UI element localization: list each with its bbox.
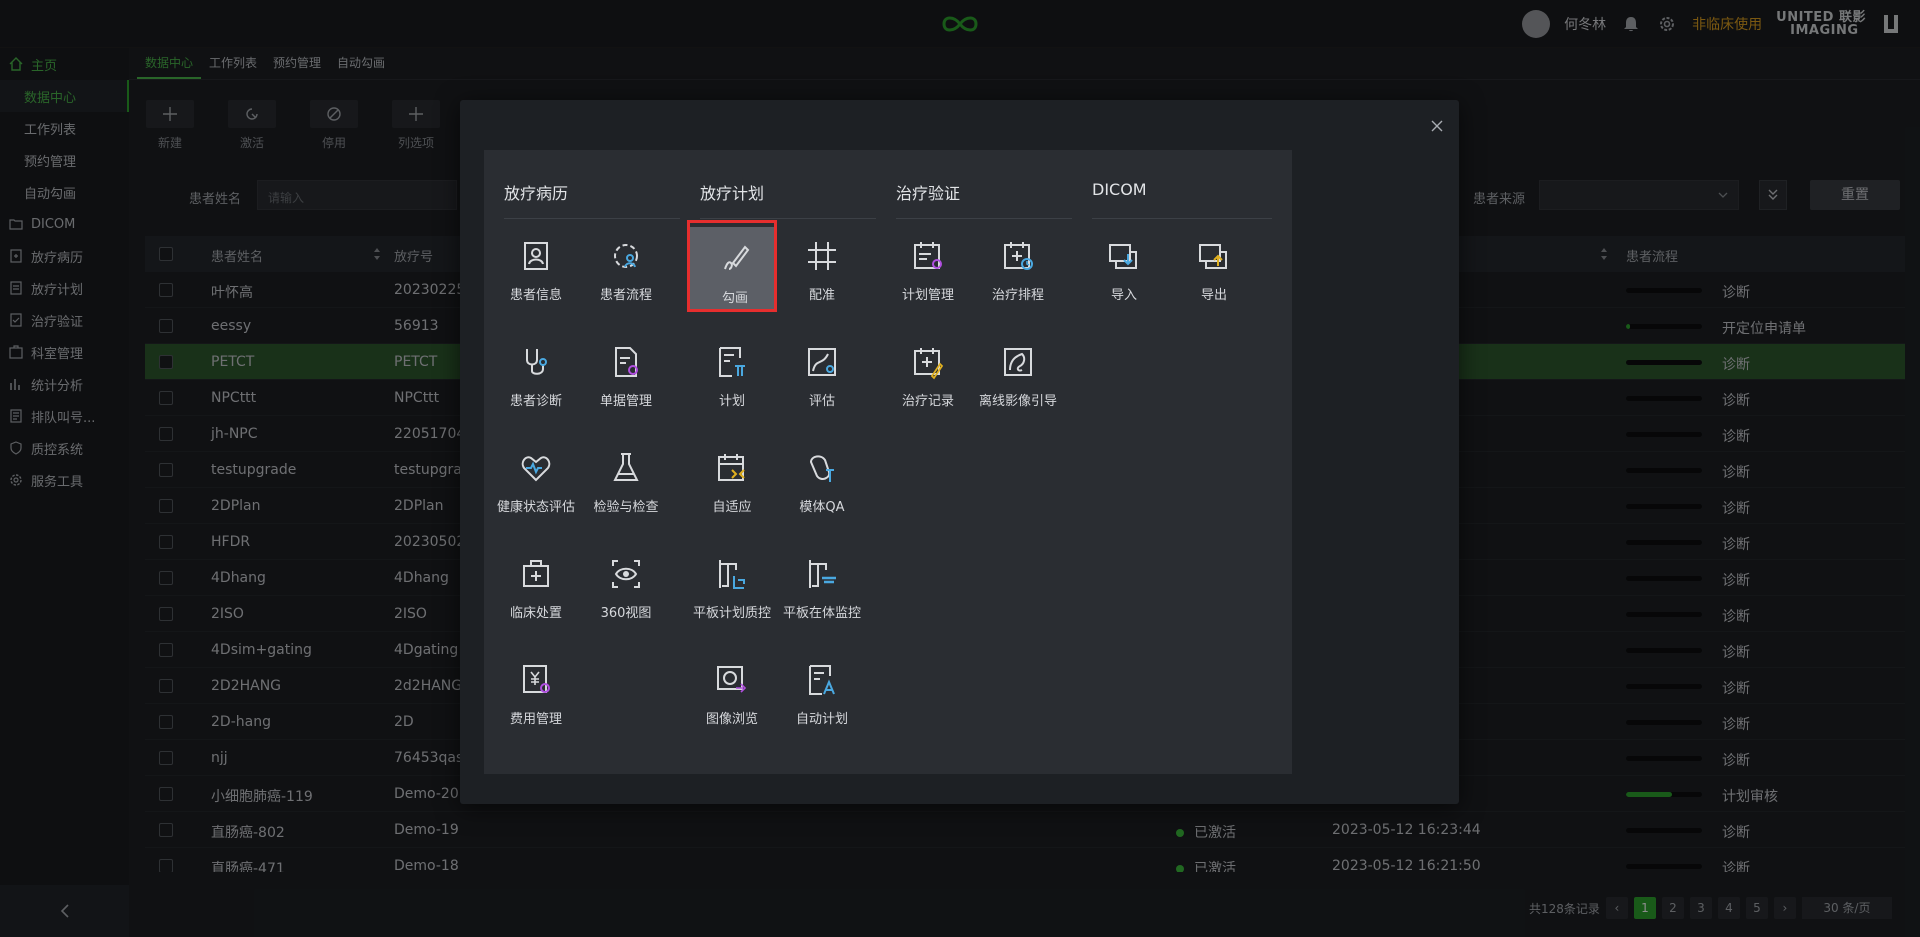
patient-flow-icon [614, 244, 638, 268]
module-label: 评估 [808, 394, 835, 409]
export-icon [1199, 244, 1227, 269]
module-label: 患者流程 [599, 288, 652, 303]
module-item[interactable]: 导出 [1169, 220, 1259, 312]
module-item[interactable]: 临床处置 [491, 538, 581, 630]
panel-divider [1092, 218, 1272, 219]
module-label: 导出 [1200, 288, 1227, 303]
module-label: 费用管理 [509, 712, 562, 727]
module-item[interactable]: 治疗记录 [883, 326, 973, 418]
module-launcher-modal: 放疗病历患者信息患者流程患者诊断单据管理健康状态评估 检验与检查临床处置 360视图… [460, 100, 1459, 804]
phantom-qa-icon [809, 455, 834, 482]
module-item[interactable]: 自动计划 [777, 644, 867, 736]
panel-divider [504, 218, 684, 219]
panel-invivo-icon [809, 560, 836, 588]
panel-divider [896, 218, 1076, 219]
adaptive-calendar-icon [718, 454, 745, 481]
treatment-record-icon [914, 348, 944, 380]
module-item[interactable]: 勾画 [687, 220, 777, 312]
module-label: 单据管理 [599, 394, 652, 409]
plan-doc-icon [719, 347, 745, 377]
auto-plan-icon [809, 665, 835, 695]
document-manage-icon [615, 347, 638, 377]
plan-manage-icon [914, 242, 942, 269]
image-browse-icon [717, 666, 747, 693]
module-item[interactable]: 自适应 [687, 432, 777, 524]
panel-title: 放疗病历 [504, 184, 569, 203]
contour-pen-icon [724, 245, 750, 270]
module-item[interactable]: 评估 [777, 326, 867, 418]
panel-treatment-verify: 治疗验证计划管理治疗排程治疗记录 离线影像引导 [876, 150, 1096, 774]
panel-dicom: DICOM 导入导出 [1072, 150, 1292, 774]
health-heart-icon [521, 456, 551, 482]
module-item[interactable]: 导入 [1079, 220, 1169, 312]
module-item[interactable]: 离线影像引导 [973, 326, 1063, 418]
eye-view-icon [612, 560, 640, 588]
module-item[interactable]: 单据管理 [581, 326, 671, 418]
flask-icon [613, 453, 639, 481]
evaluate-chart-icon [808, 348, 836, 376]
module-item[interactable]: 360视图 [581, 538, 671, 630]
module-item[interactable]: 图像浏览 [687, 644, 777, 736]
module-item[interactable]: 治疗排程 [973, 220, 1063, 312]
module-label: 模体QA [799, 500, 845, 515]
panel-title: 放疗计划 [700, 184, 765, 203]
module-item[interactable]: 检验与检查 [581, 432, 671, 524]
module-label: 配准 [808, 288, 835, 303]
panel-title: 治疗验证 [896, 184, 961, 203]
module-item[interactable]: 患者诊断 [491, 326, 581, 418]
close-icon[interactable] [1429, 118, 1445, 134]
module-item[interactable]: 计划管理 [883, 220, 973, 312]
module-item[interactable]: 费用管理 [491, 644, 581, 736]
panel-treatment-plan: 放疗计划勾画配准计划评估自适应模体QA 平板计划质控 平板在体监控图像浏览自动计划 [680, 150, 900, 774]
panel-plan-qc-icon [719, 560, 745, 589]
stethoscope-icon [526, 349, 547, 375]
import-icon [1109, 244, 1137, 269]
schedule-icon [1004, 242, 1033, 270]
panel-divider [700, 218, 880, 219]
medical-kit-icon [523, 560, 549, 587]
module-item[interactable]: 平板在体监控 [777, 538, 867, 630]
module-label: 360视图 [600, 606, 652, 621]
fee-icon [523, 665, 550, 693]
module-label: 自动计划 [795, 712, 848, 727]
module-label: 检验与检查 [593, 500, 659, 515]
patient-info-icon [524, 242, 548, 270]
module-label: 离线影像引导 [978, 394, 1057, 409]
module-item[interactable]: 配准 [777, 220, 867, 312]
panel-medical-record: 放疗病历患者信息患者流程患者诊断单据管理健康状态评估 检验与检查临床处置 360视图… [484, 150, 704, 774]
module-item[interactable]: 患者信息 [491, 220, 581, 312]
module-item[interactable]: 模体QA [777, 432, 867, 524]
module-item[interactable]: 健康状态评估 [491, 432, 581, 524]
module-label: 平板在体监控 [782, 606, 861, 621]
module-label: 治疗排程 [991, 288, 1044, 303]
offline-igrt-icon [1004, 348, 1032, 376]
panel-title: DICOM [1092, 180, 1147, 199]
module-item[interactable]: 平板计划质控 [687, 538, 777, 630]
registration-grid-icon [808, 242, 836, 270]
module-item[interactable]: 患者流程 [581, 220, 671, 312]
module-item[interactable]: 计划 [687, 326, 777, 418]
